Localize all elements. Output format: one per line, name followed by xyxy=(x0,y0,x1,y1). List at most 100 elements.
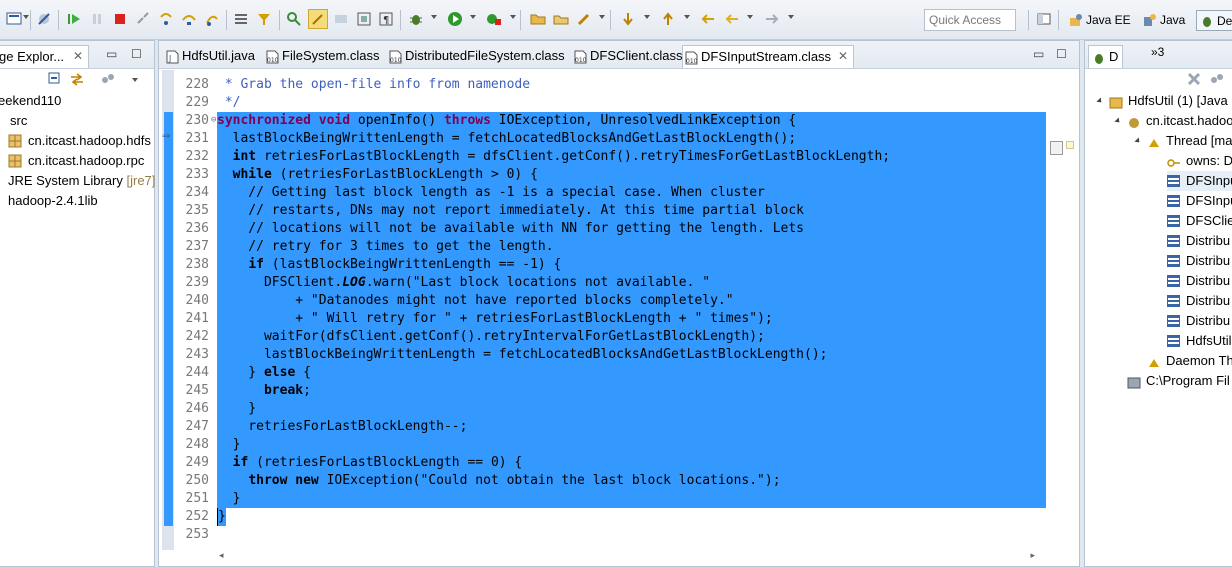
previous-annotation-dropdown-icon[interactable] xyxy=(684,15,690,19)
tree-item-package[interactable]: cn.itcast.hadoop.rpc xyxy=(8,151,144,171)
debug-tree-item[interactable]: owns: D xyxy=(1167,151,1232,171)
next-annotation-dropdown-icon[interactable] xyxy=(644,15,650,19)
tree-item-src[interactable]: src xyxy=(10,111,27,131)
maximize-icon[interactable]: ☐ xyxy=(1056,47,1067,61)
show-whitespace-icon[interactable] xyxy=(333,11,349,27)
previous-annotation-icon[interactable] xyxy=(660,11,676,27)
paragraph-icon[interactable]: ¶ xyxy=(378,11,394,27)
tree-item-project[interactable]: eekend110 xyxy=(0,91,61,111)
tab-distributedfilesystem[interactable]: 010 DistributedFileSystem.class xyxy=(387,45,565,68)
view-menu-icon[interactable] xyxy=(132,78,138,82)
tree-item-label: JRE System Library xyxy=(8,173,123,188)
debug-tree-item[interactable]: DFSClier xyxy=(1167,211,1232,231)
line-number: 249 xyxy=(185,455,209,470)
horizontal-scrollbar[interactable]: ◂ ▸ xyxy=(219,550,1035,564)
mark-occurrences-icon[interactable] xyxy=(308,9,328,29)
debug-tree-item[interactable]: cn.itcast.hadoo xyxy=(1114,111,1232,131)
tree-item-library[interactable]: hadoop-2.4.1lib xyxy=(0,191,98,211)
toolbar-separator xyxy=(226,10,227,30)
overview-ruler-marker[interactable] xyxy=(1066,141,1074,149)
tab-hdfsutil[interactable]: J HdfsUtil.java xyxy=(164,45,255,68)
perspective-java[interactable]: Java xyxy=(1140,10,1189,31)
minimize-icon[interactable]: ▭ xyxy=(106,47,117,61)
disconnect-icon[interactable] xyxy=(135,11,151,27)
next-annotation-icon[interactable] xyxy=(620,11,636,27)
debug-tree-item[interactable]: Distribu xyxy=(1167,251,1230,271)
annotate-icon[interactable] xyxy=(576,11,592,27)
debug-tree-item[interactable]: Thread [ma xyxy=(1134,131,1232,151)
annotate-dropdown-icon[interactable] xyxy=(599,15,605,19)
drop-to-frame-icon[interactable] xyxy=(233,11,249,27)
run-icon[interactable] xyxy=(447,11,463,27)
tab-package-explorer[interactable]: ge Explor... ✕ xyxy=(0,45,90,68)
debug-dropdown-icon[interactable] xyxy=(431,15,437,19)
scroll-left-icon[interactable]: ◂ xyxy=(219,550,224,561)
debug-tree-item[interactable]: Distribu xyxy=(1167,311,1230,331)
skip-breakpoints-icon[interactable] xyxy=(36,11,52,27)
tree-item-package[interactable]: cn.itcast.hadoop.hdfs xyxy=(8,131,151,151)
back-dropdown-icon[interactable] xyxy=(747,15,753,19)
tab-filesystem[interactable]: 010 FileSystem.class xyxy=(264,45,380,68)
perspective-java-ee[interactable]: Java EE xyxy=(1066,10,1135,31)
focus-icon[interactable] xyxy=(100,71,116,87)
debug-tree-item[interactable]: C:\Program Fil xyxy=(1127,371,1230,391)
line-number: 247 xyxy=(185,419,209,434)
minimize-icon[interactable]: ▭ xyxy=(1033,47,1044,61)
stack-frame-icon xyxy=(1167,195,1180,207)
open-task-icon[interactable] xyxy=(553,11,569,27)
perspective-debug[interactable]: De xyxy=(1196,10,1232,31)
debug-tree-item[interactable]: HdfsUtil xyxy=(1167,331,1232,351)
vertical-scrollbar-thumb[interactable] xyxy=(1050,141,1063,155)
tab-dfsinputstream[interactable]: 010 DFSInputStream.class ✕ xyxy=(682,45,855,68)
back-icon[interactable] xyxy=(724,11,740,27)
debug-tree-item[interactable]: DFSInpu xyxy=(1167,191,1232,211)
close-icon[interactable]: ✕ xyxy=(73,46,83,67)
terminate-icon[interactable] xyxy=(112,11,128,27)
debug-tree-item[interactable]: Distribu xyxy=(1167,291,1230,311)
resume-icon[interactable] xyxy=(66,11,82,27)
console-dropdown-icon[interactable] xyxy=(23,15,29,19)
step-return-icon[interactable] xyxy=(204,11,220,27)
collapse-all-icon[interactable] xyxy=(47,71,63,87)
debug-tree-item[interactable]: Daemon Th xyxy=(1147,351,1232,371)
link-with-editor-icon[interactable] xyxy=(69,71,85,87)
suspend-icon[interactable] xyxy=(89,11,105,27)
debug-tree-label: C:\Program Fil xyxy=(1146,373,1230,388)
maximize-icon[interactable]: ☐ xyxy=(131,47,142,61)
view-menu-icon[interactable] xyxy=(1209,71,1225,87)
console-icon[interactable] xyxy=(6,11,22,27)
open-type-icon[interactable] xyxy=(286,11,302,27)
scroll-right-icon[interactable]: ▸ xyxy=(1030,550,1035,561)
step-into-icon[interactable] xyxy=(158,11,174,27)
debug-tree-item[interactable]: DFSInpu xyxy=(1167,171,1232,191)
forward-icon[interactable] xyxy=(764,11,780,27)
expanded-arrow-icon[interactable] xyxy=(1134,137,1142,145)
view-overflow[interactable]: »3 xyxy=(1151,45,1164,59)
use-step-filters-icon[interactable] xyxy=(256,11,272,27)
tree-item-jre-library[interactable]: JRE System Library [jre7] xyxy=(0,171,155,191)
code-token: } xyxy=(217,401,257,416)
svg-text:010: 010 xyxy=(267,57,279,64)
expanded-arrow-icon[interactable] xyxy=(1114,117,1122,125)
close-icon[interactable]: ✕ xyxy=(838,46,848,67)
debug-tree-item[interactable]: Distribu xyxy=(1167,271,1230,291)
open-perspective-icon[interactable] xyxy=(1036,11,1052,27)
quick-access-input[interactable]: Quick Access xyxy=(924,9,1016,31)
step-over-icon[interactable] xyxy=(181,11,197,27)
run-dropdown-icon[interactable] xyxy=(470,15,476,19)
tab-debug[interactable]: D xyxy=(1088,45,1124,68)
remove-terminated-icon[interactable] xyxy=(1186,71,1202,87)
block-selection-icon[interactable] xyxy=(356,11,372,27)
tab-dfsclient[interactable]: 010 DFSClient.class xyxy=(572,45,682,68)
debug-tree-item[interactable]: HdfsUtil (1) [Java xyxy=(1096,91,1228,111)
last-edit-location-icon[interactable] xyxy=(700,11,716,27)
external-tools-dropdown-icon[interactable] xyxy=(510,15,516,19)
open-folder-icon[interactable] xyxy=(530,11,546,27)
java-icon xyxy=(1143,13,1157,27)
expanded-arrow-icon[interactable] xyxy=(1096,97,1104,105)
debug-tree-item[interactable]: Distribu xyxy=(1167,231,1230,251)
debug-icon[interactable] xyxy=(408,11,424,27)
external-tools-icon[interactable] xyxy=(486,11,502,27)
forward-dropdown-icon[interactable] xyxy=(788,15,794,19)
